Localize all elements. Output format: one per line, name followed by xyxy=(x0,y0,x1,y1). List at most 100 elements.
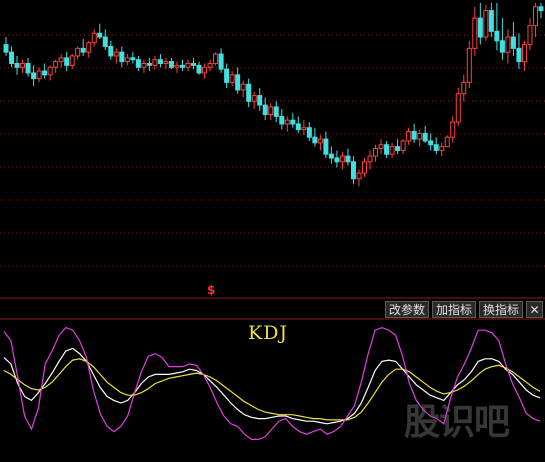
candle-body xyxy=(422,132,428,142)
candle-body xyxy=(113,51,119,57)
candle-body xyxy=(306,127,312,138)
close-icon[interactable]: ✕ xyxy=(526,301,543,318)
candle-body xyxy=(235,74,241,91)
candle-body xyxy=(339,155,345,163)
candle-body xyxy=(262,104,268,116)
candle-body xyxy=(406,131,412,142)
candle-body xyxy=(20,62,26,68)
candle-body xyxy=(240,83,246,91)
candle-body xyxy=(86,42,92,53)
candle-body xyxy=(389,146,395,155)
add-indicator-button[interactable]: 加指标 xyxy=(431,301,476,318)
switch-indicator-button[interactable]: 换指标 xyxy=(478,301,523,318)
candle-body xyxy=(472,17,478,49)
candle-body xyxy=(428,140,434,146)
candle-body xyxy=(97,32,103,38)
candle-body xyxy=(488,10,494,32)
candle-body xyxy=(521,44,527,63)
candle-body xyxy=(461,81,467,95)
candle-body xyxy=(312,136,318,144)
candle-body xyxy=(157,59,163,64)
candle-body xyxy=(328,153,334,159)
indicator-toolbar: 改参数 加指标 换指标 ✕ xyxy=(384,301,543,319)
candle-body xyxy=(400,140,406,151)
candle-body xyxy=(301,127,307,131)
candle-body xyxy=(152,59,158,66)
candle-body xyxy=(279,115,285,125)
candle-body xyxy=(268,106,274,116)
candle-body xyxy=(295,123,301,131)
candle-body xyxy=(135,59,141,68)
candle-body xyxy=(9,51,15,64)
candle-body xyxy=(323,138,329,155)
candle-body xyxy=(224,68,230,83)
candle-body xyxy=(532,6,538,27)
candle-body xyxy=(25,62,31,74)
candle-body xyxy=(179,64,185,68)
candle-body xyxy=(494,30,500,42)
candle-body xyxy=(218,53,224,70)
candle-body xyxy=(455,93,461,123)
candle-body xyxy=(42,70,48,76)
candle-body xyxy=(417,132,423,140)
candle-body xyxy=(146,62,152,66)
candle-body xyxy=(350,161,356,180)
candle-body xyxy=(334,157,340,163)
candle-body xyxy=(163,61,169,64)
candle-body xyxy=(477,17,483,38)
candle-body xyxy=(69,55,75,66)
candle-body xyxy=(53,61,59,68)
candle-body xyxy=(91,32,97,44)
signal-marker: $ xyxy=(207,283,216,297)
candle-body xyxy=(538,6,544,12)
candle-body xyxy=(185,62,191,68)
candle-body xyxy=(168,61,174,68)
candle-body xyxy=(108,45,114,57)
candle-body xyxy=(395,146,401,151)
candle-body xyxy=(273,106,279,117)
candle-body xyxy=(378,144,384,150)
candle-body xyxy=(516,47,522,63)
candle-body xyxy=(499,40,505,53)
candle-body xyxy=(251,95,257,102)
candle-body xyxy=(466,47,472,83)
candle-body xyxy=(439,146,445,151)
candle-body xyxy=(433,144,439,151)
candlestick-series xyxy=(3,3,544,187)
candle-body xyxy=(213,53,219,64)
candle-body xyxy=(345,155,351,163)
candle-body xyxy=(257,95,263,106)
candle-body xyxy=(384,144,390,155)
candle-body xyxy=(284,119,290,125)
candle-body xyxy=(373,148,379,157)
candle-body xyxy=(196,64,202,74)
modify-params-button[interactable]: 改参数 xyxy=(384,301,429,318)
candle-body xyxy=(119,51,125,63)
candle-body xyxy=(290,119,296,125)
candle-body xyxy=(102,36,108,47)
candle-body xyxy=(207,62,213,68)
candle-body xyxy=(174,64,180,68)
indicator-title: KDJ xyxy=(248,322,289,344)
candle-body xyxy=(229,74,235,83)
candle-body xyxy=(80,47,86,53)
candle-body xyxy=(75,47,81,57)
candle-body xyxy=(130,57,136,61)
candle-body xyxy=(450,121,456,138)
candle-body xyxy=(246,83,252,102)
candle-body xyxy=(367,155,373,163)
candle-body xyxy=(356,172,362,180)
candle-body xyxy=(362,161,368,174)
candle-body xyxy=(191,62,197,66)
candle-body xyxy=(483,10,489,38)
candle-body xyxy=(36,70,42,80)
candle-body xyxy=(141,62,147,68)
candle-body xyxy=(510,36,516,49)
candle-body xyxy=(505,36,511,53)
candle-body xyxy=(444,136,450,148)
candle-body xyxy=(47,66,53,76)
candle-body xyxy=(58,57,64,63)
price-grid xyxy=(0,34,545,267)
candle-body xyxy=(411,131,417,140)
candle-body xyxy=(3,44,9,53)
